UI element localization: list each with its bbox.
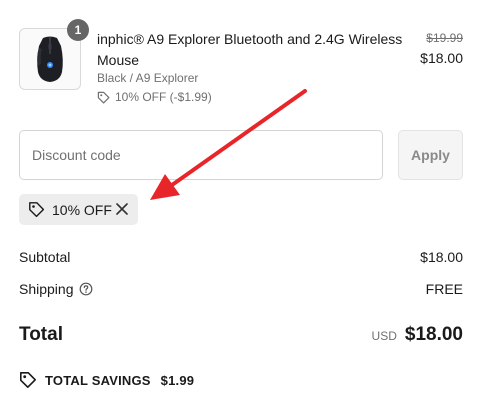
quantity-badge: 1	[67, 19, 89, 41]
shipping-label: Shipping	[19, 281, 74, 297]
total-row: Total USD $18.00	[19, 322, 463, 348]
total-value: $18.00	[404, 324, 463, 345]
total-label: Total	[19, 324, 63, 345]
tag-icon	[97, 91, 110, 103]
currency-code: USD	[371, 329, 397, 343]
current-price: $18.00	[420, 50, 463, 66]
product-name: inphic® A9 Explorer Bluetooth and 2.4G W…	[97, 31, 403, 68]
original-price: $19.99	[426, 31, 463, 45]
shipping-value: FREE	[425, 281, 463, 297]
shipping-label-group: Shipping	[19, 281, 93, 297]
applied-discount-chip: 10% OFF	[19, 194, 138, 225]
mouse-icon	[37, 36, 63, 82]
tag-icon	[20, 372, 36, 388]
discount-code-input[interactable]	[19, 130, 383, 180]
product-discount: 10% OFF (-$1.99)	[97, 89, 212, 105]
tag-icon	[29, 202, 45, 218]
product-discount-label: 10% OFF (-$1.99)	[115, 90, 212, 104]
total-value-group: USD $18.00	[372, 324, 463, 346]
subtotal-value: $18.00	[420, 249, 463, 265]
shipping-row: Shipping FREE	[19, 280, 463, 298]
total-savings: TOTAL SAVINGS $1.99	[19, 371, 194, 389]
apply-button[interactable]: Apply	[398, 130, 463, 180]
total-savings-value: $1.99	[160, 372, 195, 388]
help-icon[interactable]	[79, 282, 93, 296]
applied-discount-label: 10% OFF	[52, 201, 112, 218]
close-icon[interactable]	[115, 202, 129, 216]
subtotal-label: Subtotal	[19, 249, 71, 265]
total-savings-label: TOTAL SAVINGS	[45, 372, 151, 388]
product-variant: Black / A9 Explorer	[97, 71, 199, 85]
subtotal-row: Subtotal $18.00	[19, 248, 463, 266]
